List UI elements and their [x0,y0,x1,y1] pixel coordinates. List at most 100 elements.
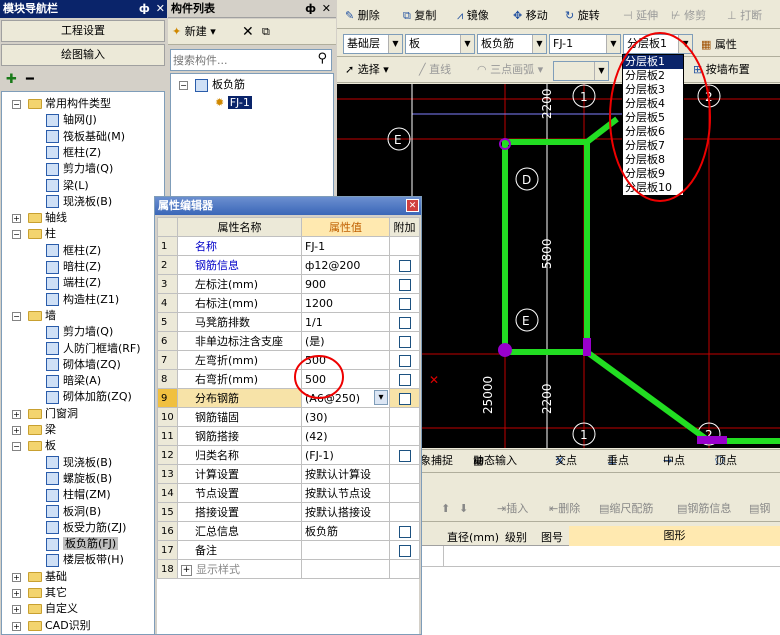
collapse-icon[interactable]: − [12,230,21,240]
property-row[interactable]: 9 分布钢筋 (A6@250) ▾ [157,388,420,408]
nav-item-node[interactable]: 框柱(Z) [46,144,101,162]
nav-item-node[interactable]: 人防门框墙(RF) [46,340,141,358]
prop-value-cell[interactable]: (FJ-1) [301,445,390,465]
nav-item-node[interactable]: 轴网(J) [46,111,97,129]
extra-checkbox[interactable] [398,449,411,462]
down-arrow-icon[interactable]: ⬇ [459,498,468,520]
nav-folder-node[interactable]: 柱 [28,225,56,243]
prop-value-cell[interactable] [301,540,390,560]
expand-icon[interactable]: + [12,426,21,435]
property-row[interactable]: 1 名称 FJ-1 [157,236,420,256]
nav-item-node[interactable]: 暗梁(A) [46,372,101,390]
scale-rebar-button[interactable]: ▤ 缩尺配筋 [599,498,653,520]
property-row[interactable]: 4 右标注(mm) 1200 [157,293,420,313]
nav-item-node[interactable]: 端柱(Z) [46,274,101,292]
expand-icon[interactable]: + [12,605,21,615]
delete-comp-icon[interactable]: ✕ [242,21,254,43]
property-row[interactable]: 10 钢筋锚固 (30) [157,407,420,427]
prop-value-cell[interactable]: FJ-1 [301,236,390,256]
nav-item-node[interactable]: 板负筋(FJ) [46,535,119,553]
prop-value-cell[interactable]: 按默认计算设 [301,464,390,484]
category-select[interactable]: 板 ▼ [405,34,475,54]
close-icon[interactable]: ✕ [156,2,165,15]
comp-pin-icon[interactable]: ф [305,0,316,18]
trim-tool[interactable]: ⊬ 修剪 [671,5,706,27]
nav-item-node[interactable]: 筏板基础(M) [46,128,125,146]
nav-folder-node[interactable]: 轴线 [28,209,67,227]
property-row[interactable]: 17 备注 [157,540,420,560]
line-tool[interactable]: ╱ 直线 [419,59,451,81]
comp-child-node[interactable]: ✹ FJ-1 [215,94,252,112]
prop-value-cell[interactable]: 1/1 [301,312,390,332]
pin-icon[interactable]: ф [139,2,150,15]
close-icon[interactable]: ✕ [406,199,419,212]
nav-item-node[interactable]: 砌体加筋(ZQ) [46,388,132,406]
engineering-settings-button[interactable]: 工程设置 [1,20,165,42]
prop-value-cell[interactable] [301,559,390,579]
nav-item-node[interactable]: 现浇板(B) [46,193,112,211]
nav-item-node[interactable]: 剪力墙(Q) [46,160,113,178]
nav-item-node[interactable]: 砌体墙(ZQ) [46,356,121,374]
property-row[interactable]: 16 汇总信息 板负筋 [157,521,420,541]
expand-icon[interactable]: + [12,621,21,631]
nav-folder-node[interactable]: 板 [28,437,56,455]
insert-button[interactable]: ⇥ 插入 [497,498,528,520]
rotate-tool[interactable]: ↻ 旋转 [565,5,600,27]
extra-checkbox[interactable] [398,373,411,386]
extra-checkbox[interactable] [398,392,411,405]
collapse-icon[interactable]: − [12,311,21,321]
extra-checkbox[interactable] [398,316,411,329]
break-tool[interactable]: ⊥ 打断 [727,5,762,27]
collapse-icon[interactable]: − [12,100,21,109]
prop-value-cell[interactable]: (42) [301,426,390,446]
extra-checkbox[interactable] [398,297,411,310]
nav-item-node[interactable]: 板洞(B) [46,503,101,521]
nav-item-node[interactable]: 框柱(Z) [46,242,101,260]
nav-folder-node[interactable]: 门窗洞 [28,405,78,423]
select-tool[interactable]: ➚ 选择 ▾ [345,59,389,81]
property-row[interactable]: 13 计算设置 按默认计算设 [157,464,420,484]
prop-value-cell[interactable]: 板负筋 [301,521,390,541]
comp-close-icon[interactable]: ✕ [322,0,331,18]
delete-row-button[interactable]: ⇤ 删除 [549,498,580,520]
extra-checkbox[interactable] [398,278,411,291]
prop-value-cell[interactable]: 900 [301,274,390,294]
expand-icon[interactable]: + [12,572,21,582]
drawing-input-button[interactable]: 绘图输入 [1,44,165,66]
nav-item-node[interactable]: 柱帽(ZM) [46,486,111,504]
expand-icon[interactable]: + [12,409,21,419]
collapse-all-icon[interactable]: ━ [26,72,34,87]
nav-item-node[interactable]: 梁(L) [46,177,89,195]
property-row[interactable]: 18 + 显示样式 [157,559,420,579]
disabled-combo[interactable]: ▼ [553,61,609,81]
property-row[interactable]: 6 非单边标注含支座 (是) [157,331,420,351]
type-select[interactable]: 板负筋 ▼ [477,34,547,54]
collapse-icon[interactable]: − [12,442,21,452]
nav-item-node[interactable]: 暗柱(Z) [46,258,101,276]
prop-value-cell[interactable]: 1200 [301,293,390,313]
up-arrow-icon[interactable]: ⬆ [441,498,450,520]
move-tool[interactable]: ✥ 移动 [513,5,548,27]
copy-comp-icon[interactable]: ⧉ [262,21,270,43]
nav-folder-node[interactable]: 自定义 [28,600,78,618]
search-icon[interactable]: ⚲ [317,51,327,66]
rebar-more-button[interactable]: ▤ 钢 [749,498,770,520]
extra-checkbox[interactable] [398,259,411,272]
nav-folder-node[interactable]: 基础 [28,568,67,586]
nav-item-node[interactable]: 楼层板带(H) [46,551,124,569]
property-row[interactable]: 11 钢筋搭接 (42) [157,426,420,446]
mirror-tool[interactable]: ⩘ 镜像 [457,5,489,27]
property-row[interactable]: 14 节点设置 按默认节点设 [157,483,420,503]
comp-root-node[interactable]: 板负筋 [195,76,245,94]
nav-folder-node[interactable]: 其它 [28,584,67,602]
expand-icon[interactable]: + [12,589,21,598]
property-row[interactable]: 8 右弯折(mm) 500 [157,369,420,389]
nav-folder-node[interactable]: CAD识别 [28,617,91,634]
extra-checkbox[interactable] [398,335,411,348]
property-row[interactable]: 2 钢筋信息 ф12@200 [157,255,420,275]
property-row[interactable]: 5 马凳筋排数 1/1 [157,312,420,332]
nav-item-node[interactable]: 现浇板(B) [46,454,112,472]
extra-checkbox[interactable] [398,544,411,557]
arc-tool[interactable]: ◠ 三点画弧 ▾ [477,59,543,81]
copy-tool[interactable]: ⧉ 复制 [403,5,436,27]
